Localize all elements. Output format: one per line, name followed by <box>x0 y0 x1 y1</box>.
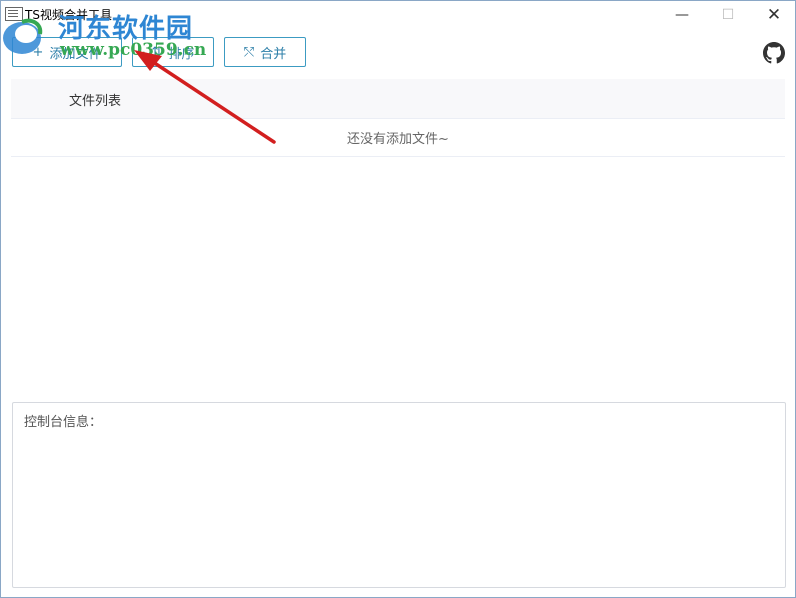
close-button[interactable]: ✕ <box>751 1 796 29</box>
plus-icon: + <box>32 44 44 60</box>
maximize-button[interactable]: ☐ <box>705 1 751 29</box>
github-icon[interactable] <box>763 42 785 64</box>
add-file-button[interactable]: + 添加文件 <box>12 37 122 67</box>
sort-label: 排序 <box>168 46 195 62</box>
window-title: TS视频合并工具 <box>25 8 112 22</box>
minimize-button[interactable]: — <box>659 1 705 29</box>
console-panel[interactable]: 控制台信息： <box>12 402 786 588</box>
app-icon <box>5 7 23 21</box>
file-table-empty-row: 还没有添加文件~ <box>11 119 785 157</box>
sort-button[interactable]: ⇅ 排序 <box>132 37 214 67</box>
sort-icon: ⇅ <box>151 44 163 60</box>
merge-icon: ⤲ <box>243 44 255 60</box>
file-list-column-header: 文件列表 <box>69 94 122 109</box>
title-bar: TS视频合并工具 — ☐ ✕ <box>1 1 795 29</box>
console-label: 控制台信息： <box>24 415 103 430</box>
file-table-header: 文件列表 <box>11 79 785 119</box>
merge-label: 合并 <box>260 46 287 62</box>
merge-button[interactable]: ⤲ 合并 <box>224 37 306 67</box>
add-file-label: 添加文件 <box>49 46 102 62</box>
app-window: TS视频合并工具 — ☐ ✕ + 添加文件 ⇅ 排序 ⤲ 合并 文件列表 还没有… <box>0 0 796 598</box>
empty-text: 还没有添加文件~ <box>347 132 449 147</box>
